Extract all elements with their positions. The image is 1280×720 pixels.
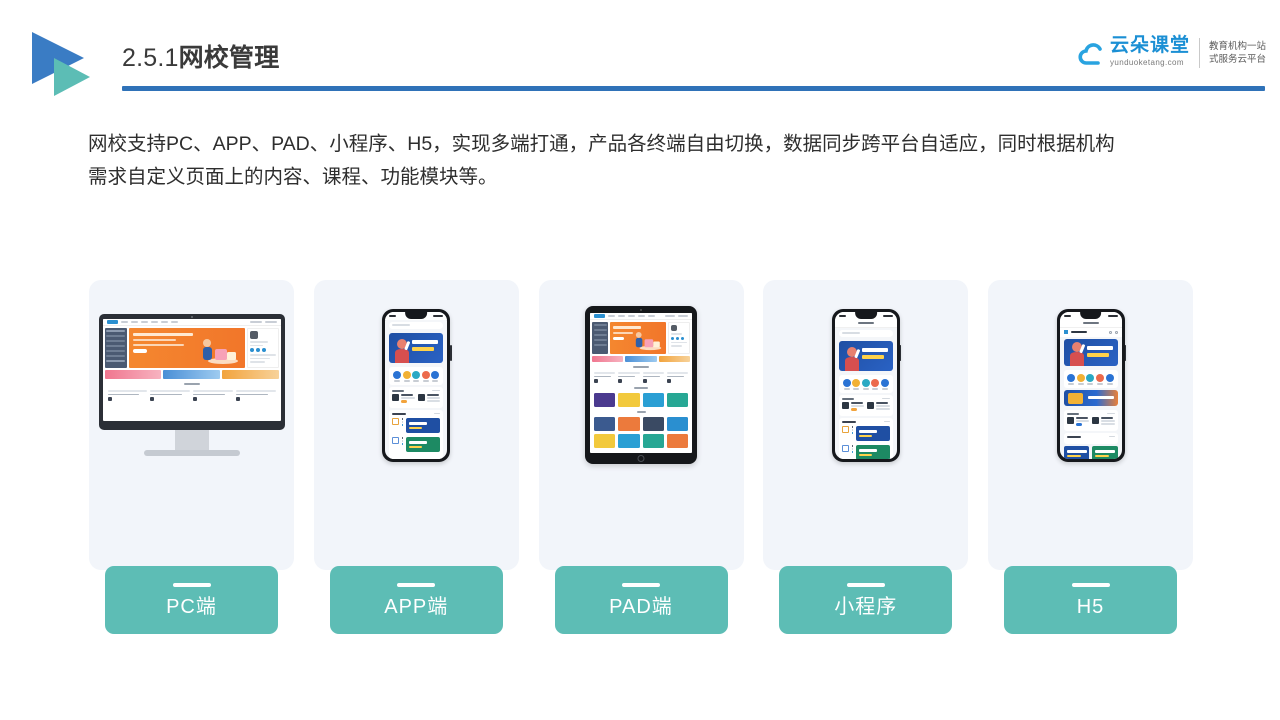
- device-label-miniprogram[interactable]: 小程序: [779, 566, 953, 634]
- pad-website-preview: [590, 313, 692, 453]
- device-label-h5[interactable]: H5: [1004, 566, 1177, 634]
- device-card-app[interactable]: APP端: [313, 280, 519, 634]
- home-button-icon: [637, 455, 645, 462]
- cloud-icon: [1078, 40, 1108, 70]
- brand-logo: 云朵课堂 yunduoketang.com 教育机构一站 式服务云平台: [1078, 36, 1266, 70]
- brand-tagline-line1: 教育机构一站: [1208, 41, 1266, 52]
- brand-name-cn: 云朵课堂: [1109, 35, 1190, 56]
- device-label-text: APP端: [384, 595, 449, 618]
- device-card-pad[interactable]: PAD端: [538, 280, 744, 634]
- page-title: 2.5.1网校管理: [122, 42, 279, 74]
- tablet-mockup: [539, 280, 744, 490]
- brand-tagline: 教育机构一站 式服务云平台: [1209, 40, 1266, 66]
- slide-header: 2.5.1网校管理 云朵课堂 yunduoketang.com 教育机构一站 式…: [0, 0, 1280, 110]
- title-text: 网校管理: [178, 44, 280, 72]
- label-dash: [846, 582, 885, 587]
- device-label-pad[interactable]: PAD端: [554, 566, 728, 634]
- webcam-icon: [640, 309, 642, 311]
- body-paragraph: 网校支持PC、APP、PAD、小程序、H5，实现多端打通，产品各终端自由切换，数…: [88, 128, 1210, 194]
- device-label-app[interactable]: APP端: [329, 566, 503, 634]
- device-card-row: PC端 APP端 PAD端 小程序 H5: [89, 280, 1193, 634]
- device-label-text: H5: [1076, 595, 1105, 618]
- body-line-2: 需求自定义页面上的内容、课程、功能模块等。: [88, 166, 498, 188]
- slide-root: 2.5.1网校管理 云朵课堂 yunduoketang.com 教育机构一站 式…: [0, 0, 1280, 720]
- smartphone-mockup-app: [314, 280, 519, 490]
- brand-name-en: yunduoketang.com: [1109, 58, 1184, 67]
- smartphone-mockup-miniprogram: [763, 280, 968, 490]
- device-label-text: PAD端: [609, 595, 673, 618]
- brand-tagline-line2: 式服务云平台: [1208, 54, 1266, 65]
- brand-divider: [1198, 38, 1200, 68]
- play-triangle-logo-icon: [28, 28, 104, 98]
- miniprogram-preview: [834, 311, 897, 459]
- pc-website-preview: [102, 319, 281, 421]
- device-label-text: 小程序: [834, 595, 898, 618]
- device-card-pc[interactable]: PC端: [89, 280, 294, 634]
- smartphone-mockup-h5: [988, 280, 1193, 490]
- app-preview: [385, 311, 448, 459]
- device-label-pc[interactable]: PC端: [105, 566, 278, 634]
- label-dash: [397, 582, 436, 587]
- h5-preview: [1059, 311, 1122, 459]
- label-dash: [622, 582, 660, 587]
- device-card-h5[interactable]: H5: [988, 280, 1193, 634]
- webcam-icon: [190, 316, 193, 318]
- title-number: 2.5.1: [122, 44, 179, 72]
- device-label-text: PC端: [166, 595, 217, 618]
- body-line-1: 网校支持PC、APP、PAD、小程序、H5，实现多端打通，产品各终端自由切换，数…: [88, 133, 1115, 155]
- label-dash: [172, 582, 211, 587]
- device-card-miniprogram[interactable]: 小程序: [763, 280, 969, 634]
- label-dash: [1071, 582, 1110, 587]
- desktop-monitor-mockup: [89, 280, 294, 490]
- title-underline-rule: [122, 86, 1265, 91]
